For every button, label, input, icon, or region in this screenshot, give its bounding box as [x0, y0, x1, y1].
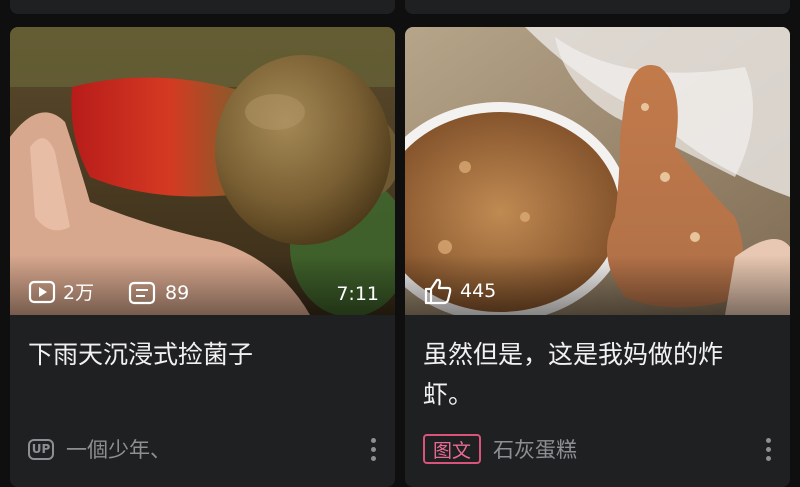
card-title[interactable]: 下雨天沉浸式捡菌子	[28, 335, 377, 375]
author-name[interactable]: 一個少年、	[66, 434, 171, 464]
more-options-icon[interactable]	[365, 437, 381, 461]
thumbs-up-icon	[424, 278, 452, 305]
danmaku-count: 89	[128, 281, 189, 305]
video-duration: 7:11	[336, 283, 379, 305]
like-count-value: 445	[460, 280, 497, 302]
feed-card-article[interactable]: 445 虽然但是，这是我妈做的炸虾。 图文 石灰蛋糕	[405, 27, 790, 487]
play-count-value: 2万	[63, 282, 95, 304]
like-count: 445	[423, 277, 496, 305]
card-meta: 图文 石灰蛋糕	[423, 432, 776, 466]
up-badge: UP	[28, 438, 54, 460]
danmaku-icon	[128, 281, 156, 305]
previous-card-right[interactable]	[405, 0, 790, 14]
play-icon	[28, 280, 56, 303]
author-name[interactable]: 石灰蛋糕	[493, 434, 577, 464]
card-title[interactable]: 虽然但是，这是我妈做的炸虾。	[423, 335, 772, 415]
feed-card-video[interactable]: 2万 89 7:11 下雨天沉浸式捡菌子 UP 一個少年、	[10, 27, 395, 487]
card-meta: UP 一個少年、	[28, 432, 381, 466]
duration-value: 7:11	[336, 283, 379, 305]
danmaku-count-value: 89	[165, 282, 190, 304]
video-thumbnail[interactable]: 2万 89 7:11	[10, 27, 395, 315]
more-options-icon[interactable]	[760, 437, 776, 461]
article-type-badge: 图文	[423, 434, 482, 464]
previous-card-left[interactable]	[10, 0, 395, 14]
article-thumbnail[interactable]: 445	[405, 27, 790, 315]
play-count: 2万	[28, 278, 94, 305]
